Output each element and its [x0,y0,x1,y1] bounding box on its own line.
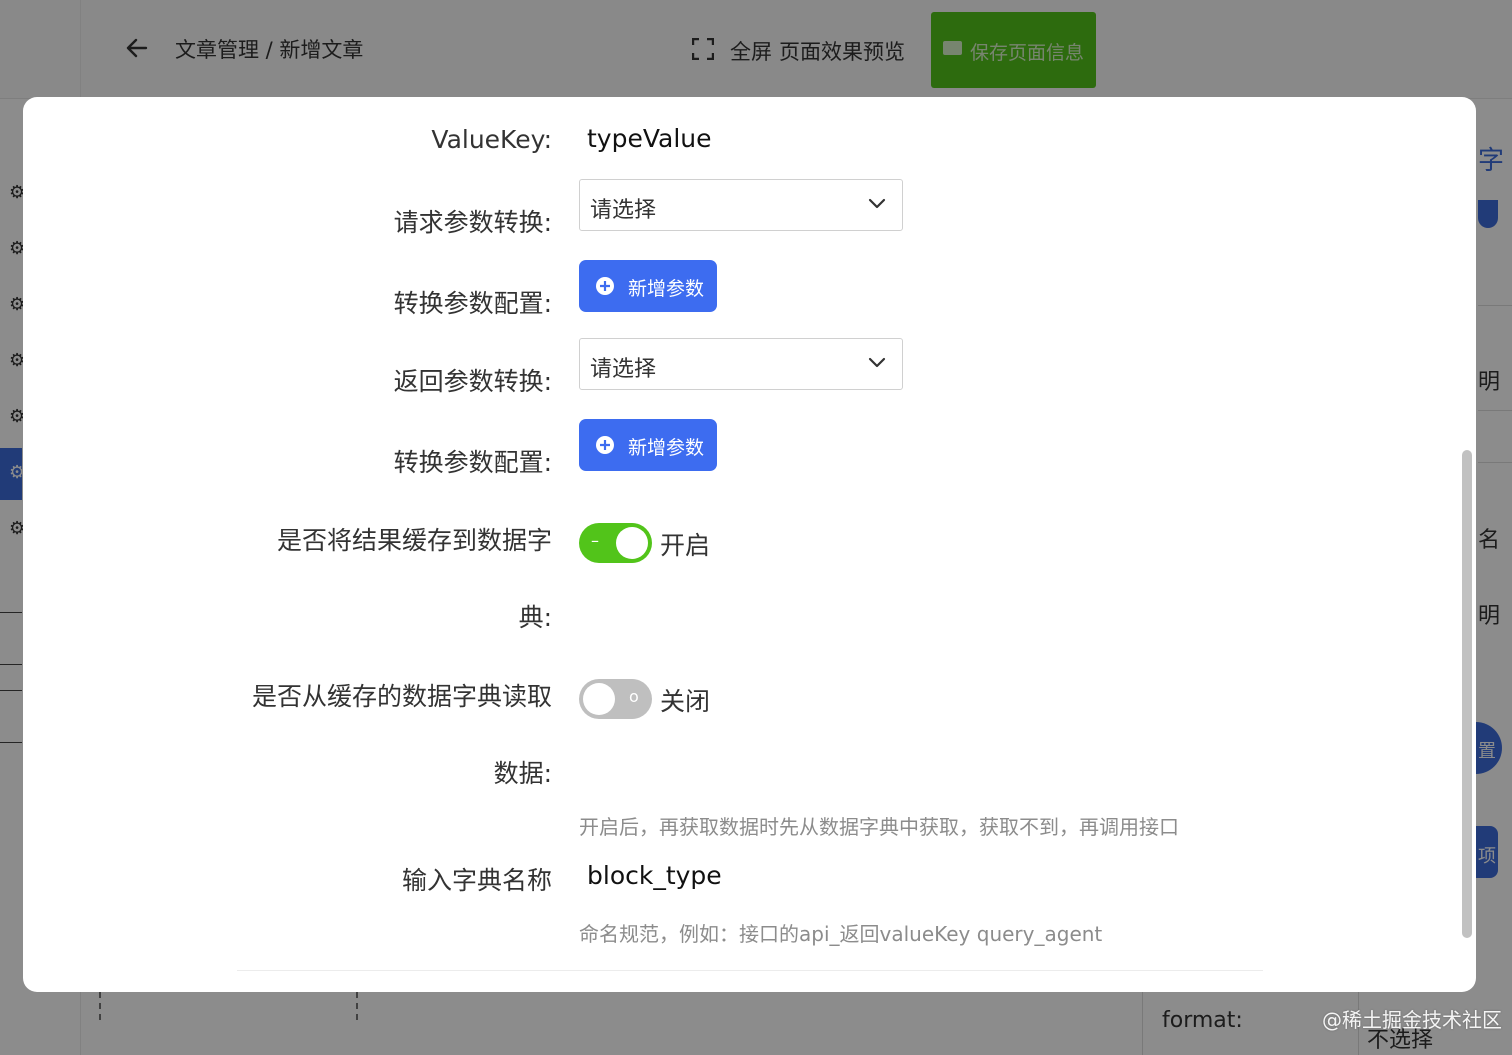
add-request-param-label: 新增参数 [628,278,705,300]
watermark: @稀土掘金技术社区 [1322,1008,1502,1032]
api-config-modal: ValueKey: typeValue 请求参数转换: 请选择 转换参数配置: … [23,97,1476,992]
add-response-param-button[interactable]: 新增参数 [579,419,717,471]
toggle-inner-text: o [629,687,639,706]
read-from-dict-state: 关闭 [660,687,711,716]
cache-to-dict-label: 是否将结果缓存到数据字 [276,526,552,555]
cache-to-dict-toggle[interactable]: – [579,523,652,563]
request-transform-placeholder: 请选择 [590,198,657,223]
request-transform-select[interactable]: 请选择 [579,179,903,231]
read-from-dict-hint: 开启后，再获取数据时先从数据字典中获取，获取不到，再调用接口 [579,815,1179,839]
toggle-knob [616,527,648,559]
response-transform-select[interactable]: 请选择 [579,338,903,390]
response-transform-placeholder: 请选择 [590,357,657,382]
chevron-down-icon [868,357,886,368]
plus-circle-icon [596,436,614,454]
request-transform-label: 请求参数转换: [393,208,552,237]
request-params-label: 转换参数配置: [393,289,552,318]
value-key-label: ValueKey: [431,125,552,154]
read-from-dict-toggle[interactable]: o [579,679,652,719]
add-response-param-label: 新增参数 [628,437,705,459]
cache-to-dict-state: 开启 [660,531,711,560]
dict-name-label: 输入字典名称 [401,866,552,895]
plus-circle-icon [596,277,614,295]
chevron-down-icon [868,198,886,209]
toggle-inner-text: – [591,531,599,550]
read-from-dict-label-cont: 数据: [493,759,552,788]
response-transform-label: 返回参数转换: [393,367,552,396]
dict-name-hint: 命名规范，例如：接口的api_返回valueKey query_agent [579,922,1103,946]
add-request-param-button[interactable]: 新增参数 [579,260,717,312]
value-key-value: typeValue [587,124,712,153]
toggle-knob [583,683,615,715]
modal-footer-divider [237,970,1263,971]
read-from-dict-label: 是否从缓存的数据字典读取 [251,682,552,711]
modal-scrollbar[interactable] [1462,450,1472,938]
response-params-label: 转换参数配置: [393,448,552,477]
dict-name-value[interactable]: block_type [587,861,722,890]
cache-to-dict-label-cont: 典: [518,603,552,632]
